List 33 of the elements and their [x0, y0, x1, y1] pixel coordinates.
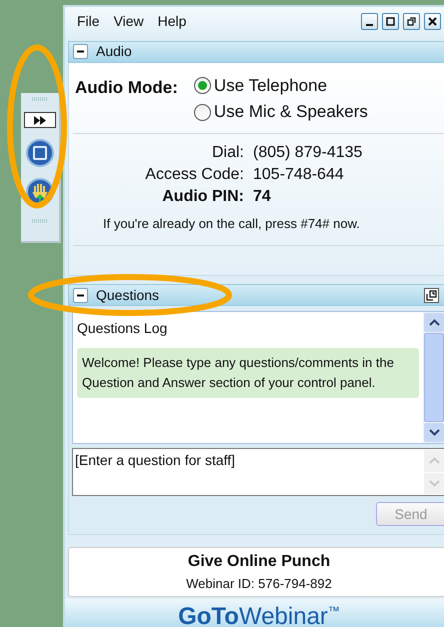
minimize-icon[interactable]: [361, 13, 378, 30]
call-note: If you're already on the call, press #74# now.: [103, 214, 361, 233]
grip-icon[interactable]: [32, 219, 48, 223]
log-title: Questions Log: [77, 319, 168, 338]
grip-icon[interactable]: [32, 97, 48, 101]
section-title: Questions: [96, 286, 160, 305]
forward-button[interactable]: [24, 112, 56, 128]
menu-item[interactable]: View: [114, 11, 144, 32]
detail-label: Dial:: [210, 142, 244, 163]
collapse-icon[interactable]: [73, 288, 88, 303]
radio-option[interactable]: Use Mic & Speakers: [194, 99, 368, 125]
detail-label: Access Code:: [144, 164, 244, 185]
restore-icon[interactable]: [403, 13, 420, 30]
webinar-id: Webinar ID: 576-794-892: [186, 575, 332, 594]
screen-icon[interactable]: [26, 139, 54, 167]
goto-webinar-logo: GoToWebinar™: [178, 605, 340, 627]
detail-value: (805) 879-4135: [253, 142, 364, 163]
radio-option[interactable]: Use Telephone: [194, 72, 368, 98]
webinar-name: Give Online Punch: [188, 552, 330, 572]
menu-item[interactable]: Help: [158, 11, 186, 32]
audio-mode-label: Audio Mode:: [75, 76, 178, 99]
detail-value: 105-748-644: [253, 164, 345, 185]
collapse-icon[interactable]: [73, 44, 88, 60]
menu-item[interactable]: File: [77, 11, 100, 32]
section-title: Audio: [96, 42, 133, 62]
fast-forward-icon: [33, 116, 47, 124]
scrollbar[interactable]: [423, 312, 444, 444]
popout-icon[interactable]: [424, 288, 439, 303]
detail-label: Audio PIN:: [161, 186, 244, 207]
welcome-message: Welcome! Please type any questions/comments in the Question and Answer section of your control panel.: [77, 348, 419, 398]
detail-value: 74: [253, 186, 272, 207]
close-icon[interactable]: [424, 13, 441, 30]
maximize-icon[interactable]: [382, 13, 399, 30]
